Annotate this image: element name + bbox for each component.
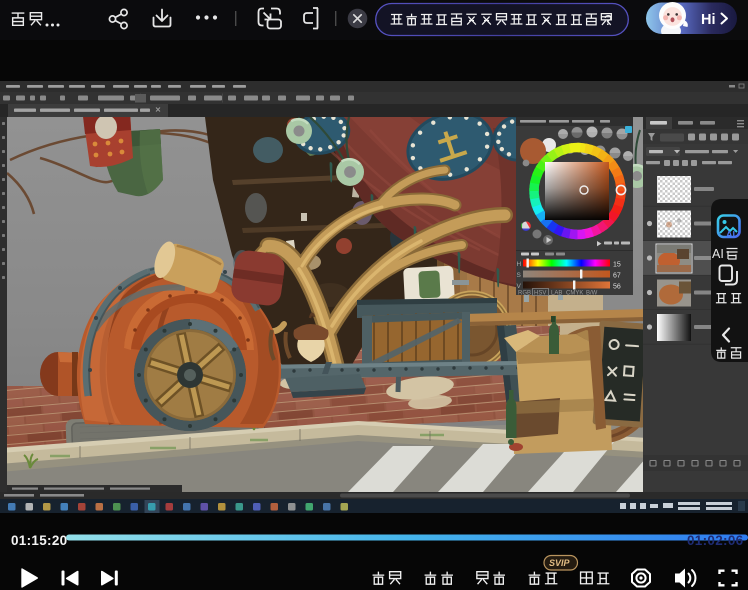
svg-text:01:15:20: 01:15:20 bbox=[11, 533, 67, 548]
svg-text:RGB: RGB bbox=[518, 291, 531, 297]
svg-text:S: S bbox=[517, 272, 522, 279]
svg-text:LAB: LAB bbox=[551, 291, 562, 297]
svg-text:H: H bbox=[517, 261, 522, 268]
svg-text:CMYK: CMYK bbox=[566, 291, 583, 297]
svg-text:01:02:06: 01:02:06 bbox=[687, 533, 744, 548]
svg-text:Hi: Hi bbox=[701, 12, 716, 28]
svg-text:B/W: B/W bbox=[586, 291, 598, 297]
svg-text:56: 56 bbox=[613, 284, 621, 291]
svg-text:67: 67 bbox=[613, 273, 621, 280]
svg-text:15: 15 bbox=[613, 262, 621, 269]
svg-text:AI: AI bbox=[712, 247, 724, 261]
svg-text:?: ? bbox=[604, 13, 612, 29]
svg-text:SVIP: SVIP bbox=[549, 558, 571, 568]
svg-text:AI: AI bbox=[726, 230, 735, 240]
svg-text:V: V bbox=[517, 283, 522, 290]
